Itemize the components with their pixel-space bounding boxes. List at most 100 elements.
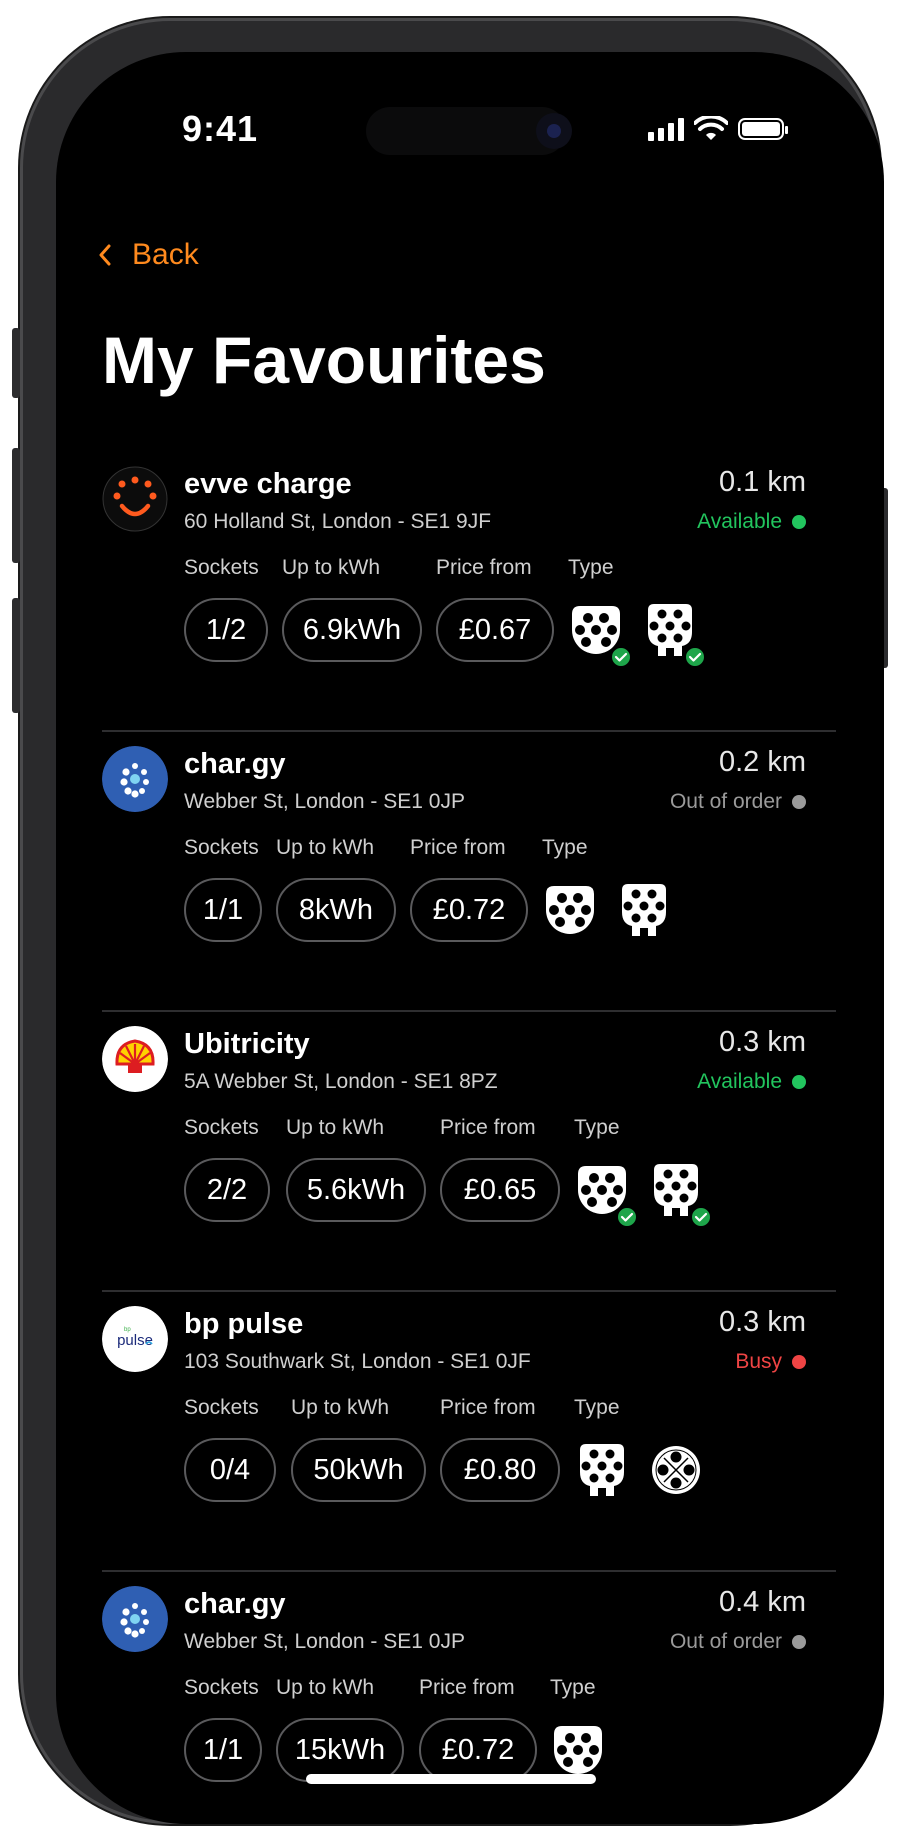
type-label: Type xyxy=(542,836,588,859)
station-distance: 0.3 km xyxy=(718,1306,806,1338)
price-pill: £0.67 xyxy=(436,598,554,662)
station-distance: 0.2 km xyxy=(718,746,806,778)
status-dot xyxy=(792,1355,806,1369)
type2-connector-icon xyxy=(614,880,674,940)
ccs-connector-icon xyxy=(548,1720,608,1780)
status-dot xyxy=(792,1635,806,1649)
signal-icon xyxy=(648,117,684,141)
status-badge: Available xyxy=(697,1070,806,1094)
field-labels: Sockets Up to kWh Price from Type xyxy=(184,836,824,866)
favourites-list: evve charge 60 Holland St, London - SE1 … xyxy=(102,452,836,1824)
status-badge: Busy xyxy=(735,1350,806,1374)
chevron-left-icon xyxy=(99,244,111,266)
kwh-pill: 8kWh xyxy=(276,878,396,942)
chademo-connector-icon xyxy=(646,1440,706,1500)
type-label: Type xyxy=(574,1396,620,1419)
station-name: bp pulse xyxy=(184,1308,304,1340)
sockets-pill: 2/2 xyxy=(184,1158,270,1222)
status-text: Available xyxy=(697,1070,782,1093)
price-pill: £0.72 xyxy=(419,1718,537,1782)
kwh-label: Up to kWh xyxy=(276,1676,375,1699)
ccs-connector-icon xyxy=(566,600,632,668)
status-badge: Available xyxy=(697,510,806,534)
station-name: evve charge xyxy=(184,468,352,500)
station-address: Webber St, London - SE1 0JP xyxy=(184,790,465,813)
station-distance: 0.3 km xyxy=(718,1026,806,1058)
station-address: Webber St, London - SE1 0JP xyxy=(184,1630,465,1653)
type2-connector-icon xyxy=(572,1440,632,1500)
status-text: Out of order xyxy=(669,790,782,813)
wifi-icon xyxy=(694,116,728,140)
check-icon xyxy=(616,1206,638,1228)
chargy-logo-icon xyxy=(102,746,168,812)
station-address: 5A Webber St, London - SE1 8PZ xyxy=(184,1070,498,1093)
screen: 9:41 Back My Favourites evve charge 60 H… xyxy=(56,52,884,1824)
station-card[interactable]: evve charge 60 Holland St, London - SE1 … xyxy=(102,452,836,732)
status-text: Busy xyxy=(735,1350,782,1373)
status-dot xyxy=(792,515,806,529)
price-label: Price from xyxy=(410,836,506,859)
page-title: My Favourites xyxy=(102,323,546,397)
status-dot xyxy=(792,795,806,809)
field-labels: Sockets Up to kWh Price from Type xyxy=(184,556,824,586)
kwh-pill: 50kWh xyxy=(291,1438,426,1502)
station-name: Ubitricity xyxy=(184,1028,310,1060)
station-card[interactable]: Ubitricity 5A Webber St, London - SE1 8P… xyxy=(102,1012,836,1292)
check-icon xyxy=(610,646,632,668)
price-label: Price from xyxy=(440,1116,536,1139)
check-icon xyxy=(690,1206,712,1228)
station-name: char.gy xyxy=(184,748,286,780)
kwh-label: Up to kWh xyxy=(282,556,381,579)
back-button[interactable]: Back xyxy=(98,238,199,272)
station-distance: 0.1 km xyxy=(718,466,806,498)
battery-icon xyxy=(738,118,788,140)
ccs-connector-icon xyxy=(540,880,600,940)
sockets-label: Sockets xyxy=(184,1676,259,1699)
evve-logo-icon xyxy=(102,466,168,532)
camera-icon xyxy=(536,113,572,149)
price-label: Price from xyxy=(419,1676,515,1699)
station-card[interactable]: pulse bp bp pulse 103 Southwark St, Londo… xyxy=(102,1292,836,1572)
shell-logo-icon xyxy=(102,1026,168,1092)
svg-text:pulse: pulse xyxy=(117,1332,153,1349)
sockets-label: Sockets xyxy=(184,556,259,579)
kwh-label: Up to kWh xyxy=(286,1116,385,1139)
price-pill: £0.72 xyxy=(410,878,528,942)
station-distance: 0.4 km xyxy=(718,1586,806,1618)
station-address: 103 Southwark St, London - SE1 0JF xyxy=(184,1350,531,1373)
type2-connector-icon xyxy=(646,1160,712,1228)
kwh-label: Up to kWh xyxy=(276,836,375,859)
phone-frame: 9:41 Back My Favourites evve charge 60 H… xyxy=(12,18,888,1824)
price-label: Price from xyxy=(440,1396,536,1419)
price-pill: £0.80 xyxy=(440,1438,560,1502)
station-address: 60 Holland St, London - SE1 9JF xyxy=(184,510,492,533)
sockets-pill: 1/1 xyxy=(184,878,262,942)
sockets-label: Sockets xyxy=(184,1116,259,1139)
status-time: 9:41 xyxy=(182,108,259,149)
status-badge: Out of order xyxy=(670,1630,806,1654)
status-text: Out of order xyxy=(669,1630,782,1653)
kwh-pill: 15kWh xyxy=(276,1718,404,1782)
action-button xyxy=(12,328,20,398)
station-card[interactable]: char.gy Webber St, London - SE1 0JP 0.4 … xyxy=(102,1572,836,1824)
check-icon xyxy=(684,646,706,668)
sockets-label: Sockets xyxy=(184,1396,259,1419)
type-label: Type xyxy=(574,1116,620,1139)
price-pill: £0.65 xyxy=(440,1158,560,1222)
home-indicator[interactable] xyxy=(306,1774,596,1784)
station-name: char.gy xyxy=(184,1588,286,1620)
price-label: Price from xyxy=(436,556,532,579)
field-labels: Sockets Up to kWh Price from Type xyxy=(184,1396,824,1426)
sockets-pill: 1/2 xyxy=(184,598,268,662)
sockets-pill: 0/4 xyxy=(184,1438,276,1502)
kwh-pill: 5.6kWh xyxy=(286,1158,426,1222)
svg-text:bp: bp xyxy=(124,1327,131,1333)
kwh-label: Up to kWh xyxy=(291,1396,390,1419)
station-card[interactable]: char.gy Webber St, London - SE1 0JP 0.2 … xyxy=(102,732,836,1012)
ccs-connector-icon xyxy=(572,1160,638,1228)
status-icons xyxy=(648,116,788,142)
status-badge: Out of order xyxy=(670,790,806,814)
field-labels: Sockets Up to kWh Price from Type xyxy=(184,1676,824,1706)
back-label: Back xyxy=(132,238,199,271)
kwh-pill: 6.9kWh xyxy=(282,598,422,662)
